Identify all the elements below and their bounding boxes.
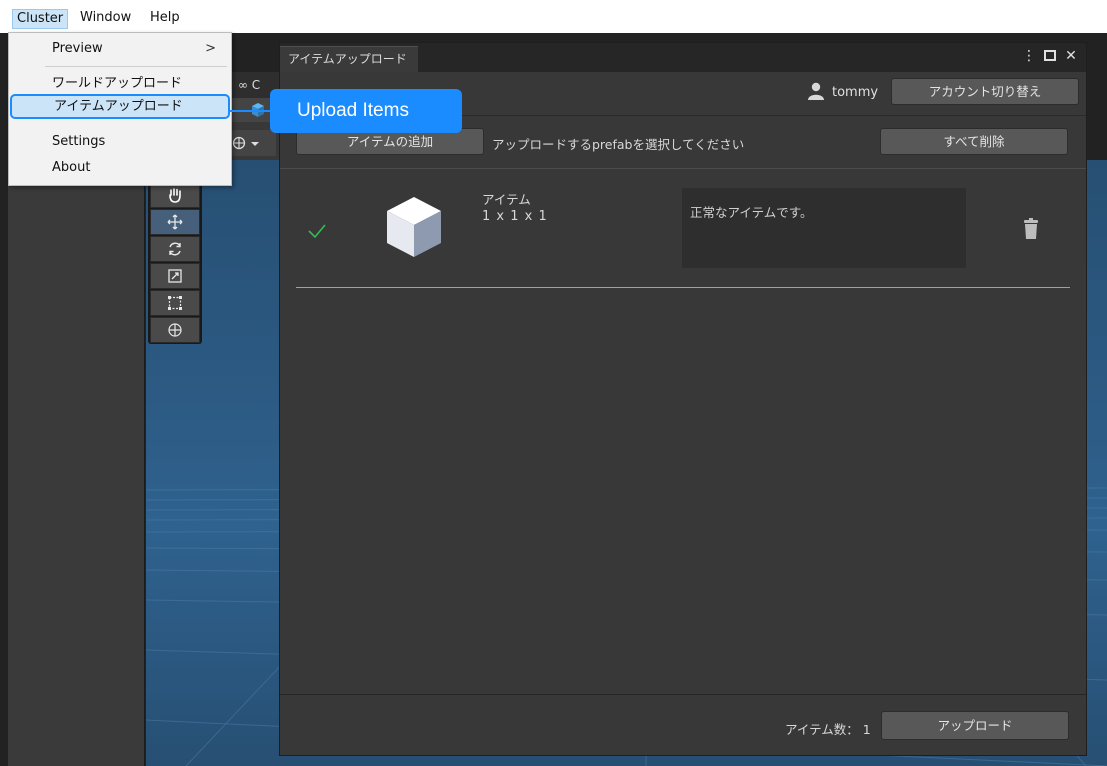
window-controls: ⋮ ✕ xyxy=(1022,48,1078,64)
transform-icon xyxy=(168,323,182,337)
move-icon xyxy=(167,214,183,230)
divider xyxy=(280,168,1086,169)
transform-tool-button[interactable] xyxy=(150,317,200,343)
cube-icon xyxy=(387,197,441,257)
item-upload-window: アイテムアップロード ⋮ ✕ tommy アカウント切り替え アイテムの追加 ア… xyxy=(279,42,1087,756)
background-tab-label: ∞ C xyxy=(238,78,261,92)
menu-item-label: ワールドアップロード xyxy=(52,76,183,91)
hand-icon xyxy=(169,188,181,203)
menu-item-world-upload[interactable]: ワールドアップロード xyxy=(10,71,230,96)
menu-item-item-upload[interactable]: アイテムアップロード xyxy=(10,94,230,119)
close-icon[interactable]: ✕ xyxy=(1064,48,1078,64)
more-options-icon[interactable]: ⋮ xyxy=(1022,48,1036,64)
username: tommy xyxy=(832,85,879,100)
upload-button[interactable]: アップロード xyxy=(881,711,1069,740)
menu-item-label: Settings xyxy=(52,134,106,149)
rect-transform-icon xyxy=(168,296,182,310)
trash-icon[interactable] xyxy=(1023,218,1039,240)
item-count-value: 1 xyxy=(862,722,871,737)
switch-account-button[interactable]: アカウント切り替え xyxy=(891,78,1079,105)
scale-icon xyxy=(168,269,182,283)
tab-item-upload[interactable]: アイテムアップロード xyxy=(280,46,418,72)
globe-icon xyxy=(232,136,246,150)
tool-palette xyxy=(148,180,202,344)
delete-all-button[interactable]: すべて削除 xyxy=(880,128,1068,155)
callout-text: Upload Items xyxy=(297,100,409,121)
move-tool-button[interactable] xyxy=(150,209,200,235)
menu-item-label: アイテムアップロード xyxy=(54,99,183,114)
menu-item-settings[interactable]: Settings xyxy=(10,129,230,154)
menu-item-label: About xyxy=(52,160,91,175)
menu-item-about[interactable]: About xyxy=(10,155,230,180)
item-name: アイテム xyxy=(482,192,531,207)
checkmark-icon xyxy=(308,224,326,239)
item-row-divider xyxy=(296,287,1070,288)
upload-items-callout: Upload Items xyxy=(270,89,462,133)
tab-title: アイテムアップロード xyxy=(288,52,407,66)
menu-item-preview[interactable]: Preview > xyxy=(10,36,230,61)
menu-help[interactable]: Help xyxy=(146,9,184,29)
menu-separator xyxy=(45,66,227,67)
rotate-tool-button[interactable] xyxy=(150,236,200,262)
cluster-dropdown-menu: Preview > ワールドアップロード アイテムアップロード Settings… xyxy=(8,32,232,186)
select-prefab-prompt: アップロードするprefabを選択してください xyxy=(492,137,745,152)
item-message: 正常なアイテムです。 xyxy=(682,188,966,268)
menu-cluster[interactable]: Cluster xyxy=(12,9,69,29)
dropdown-arrow-icon xyxy=(251,142,259,146)
global-toggle[interactable] xyxy=(232,130,276,156)
window-tabbar: アイテムアップロード ⋮ ✕ xyxy=(280,43,1086,72)
item-count-label: アイテム数： 1 xyxy=(785,719,871,738)
item-size: 1 x 1 x 1 xyxy=(482,209,548,224)
callout-connector xyxy=(230,110,272,112)
rect-tool-button[interactable] xyxy=(150,290,200,316)
menubar: Cluster Window Help xyxy=(0,0,1107,33)
menu-window[interactable]: Window xyxy=(76,9,135,29)
submenu-arrow-icon: > xyxy=(205,41,216,56)
maximize-icon[interactable] xyxy=(1044,50,1056,61)
item-message-text: 正常なアイテムです。 xyxy=(690,205,813,220)
menu-item-label: Preview xyxy=(52,41,103,56)
footer-divider xyxy=(280,694,1086,695)
item-count-text: アイテム数： xyxy=(785,722,859,737)
rotate-icon xyxy=(169,242,181,256)
scale-tool-button[interactable] xyxy=(150,263,200,289)
user-icon xyxy=(808,82,824,100)
